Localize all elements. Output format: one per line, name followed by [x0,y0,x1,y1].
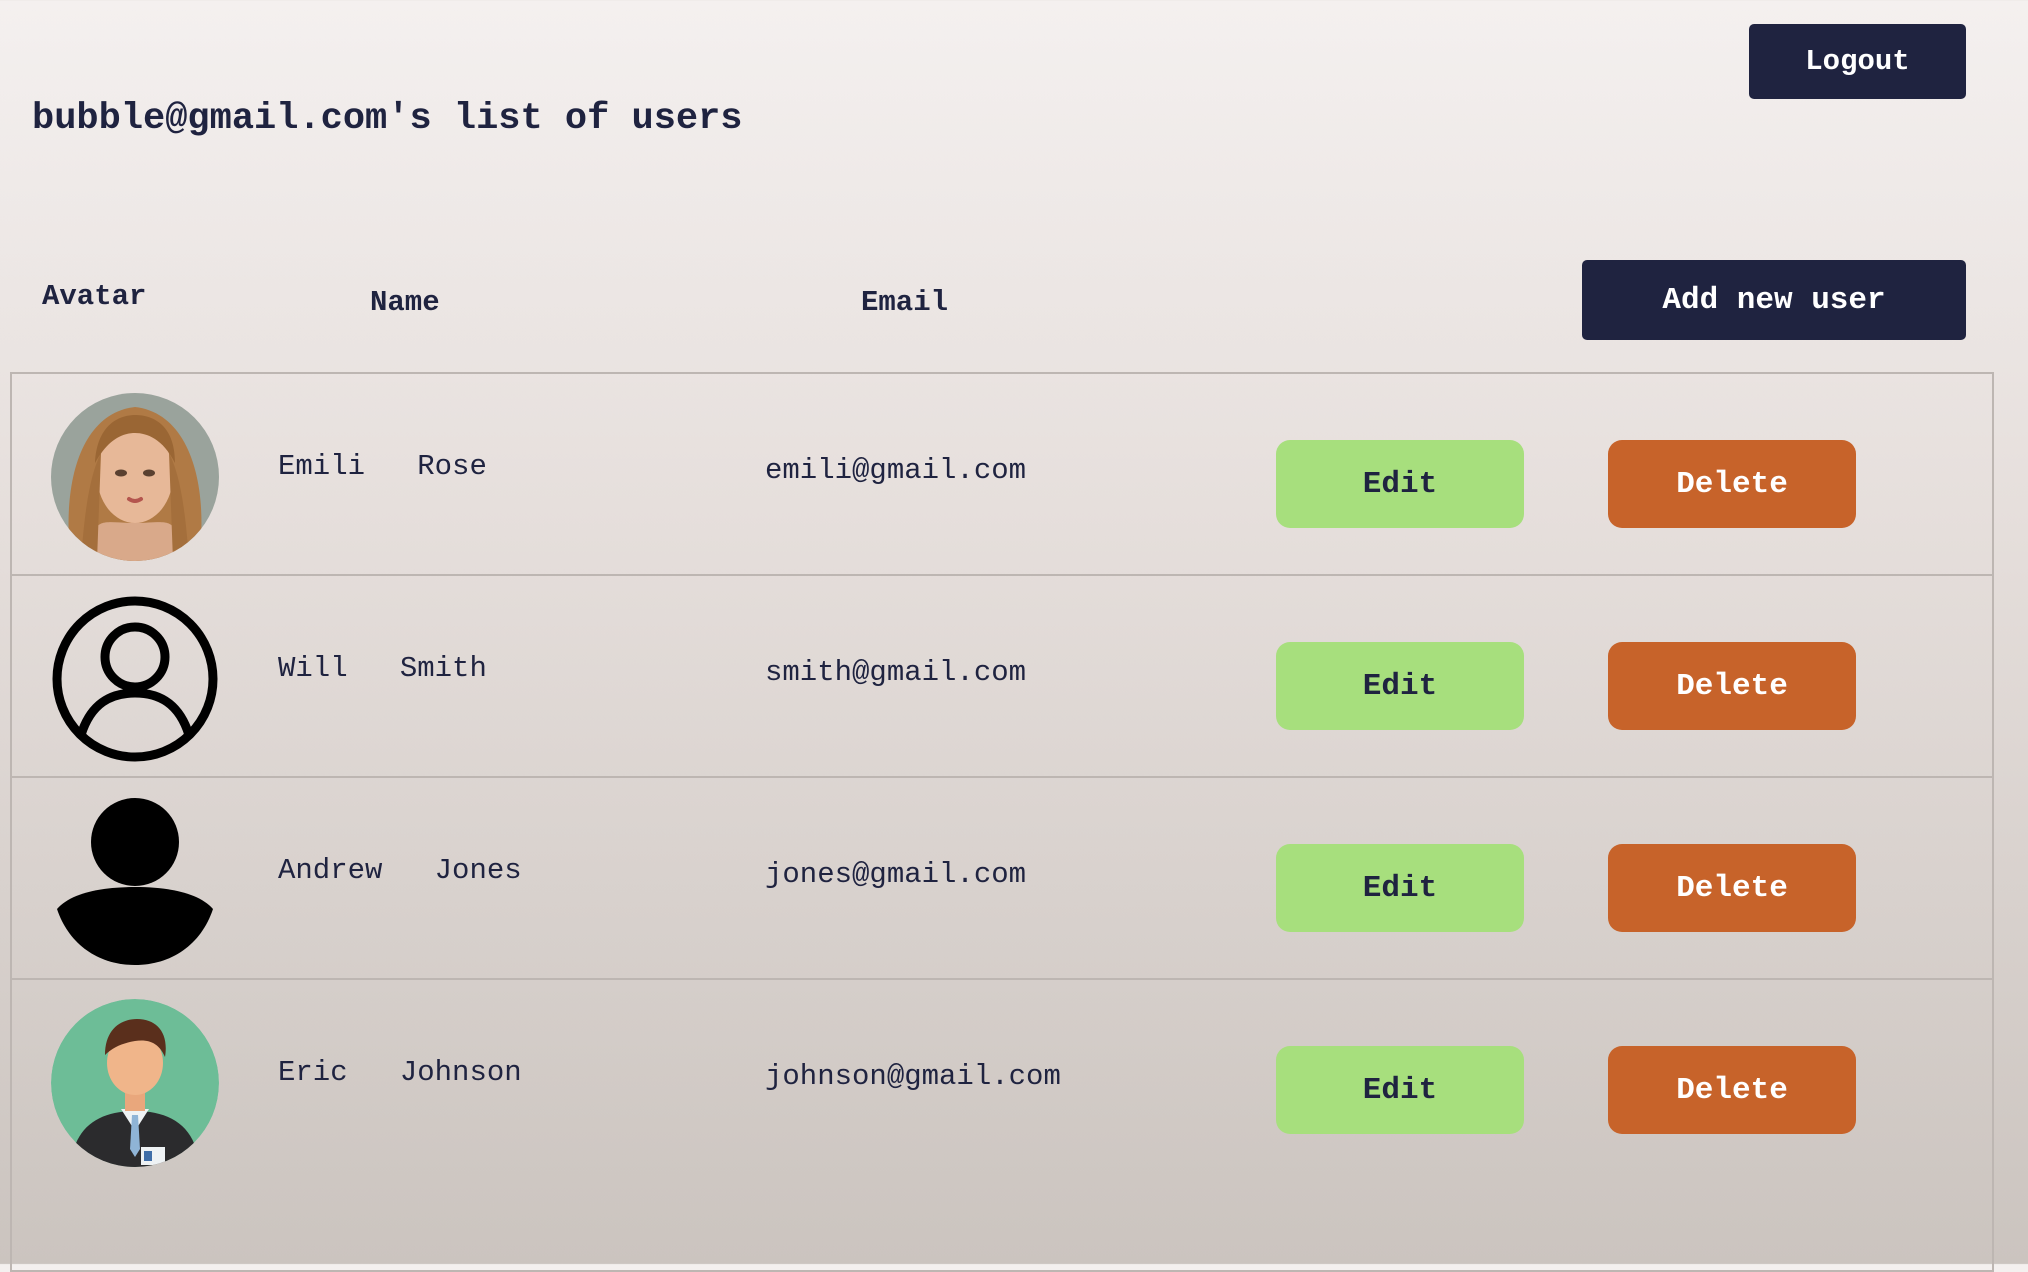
businessman-avatar [51,999,219,1167]
edit-button[interactable]: Edit [1276,1046,1524,1134]
column-header-email: Email [861,286,949,319]
user-name: Emili Rose [278,450,487,483]
delete-button[interactable]: Delete [1608,1046,1856,1134]
user-name: Eric Johnson [278,1056,522,1089]
user-email: emili@gmail.com [765,454,1027,487]
user-silhouette-icon [51,797,219,965]
woman-photo-avatar [51,393,219,561]
user-name: Andrew Jones [278,854,522,887]
table-row: Eric Johnson johnson@gmail.com Edit Dele… [12,980,1992,1182]
edit-button[interactable]: Edit [1276,440,1524,528]
column-header-name: Name [370,286,440,319]
edit-button[interactable]: Edit [1276,642,1524,730]
delete-button[interactable]: Delete [1608,440,1856,528]
delete-button[interactable]: Delete [1608,844,1856,932]
user-circle-outline-icon [51,595,219,763]
delete-button[interactable]: Delete [1608,642,1856,730]
logout-button[interactable]: Logout [1749,24,1966,99]
user-name: Will Smith [278,652,487,685]
column-header-avatar: Avatar [42,280,147,313]
add-new-user-button[interactable]: Add new user [1582,260,1966,340]
user-email: jones@gmail.com [765,858,1027,891]
table-row: Andrew Jones jones@gmail.com Edit Delete [12,778,1992,980]
table-row: Will Smith smith@gmail.com Edit Delete [12,576,1992,778]
user-email: johnson@gmail.com [765,1060,1061,1093]
edit-button[interactable]: Edit [1276,844,1524,932]
table-row: Emili Rose emili@gmail.com Edit Delete [12,374,1992,576]
page-title: bubble@gmail.com's list of users [32,98,743,140]
users-table: Emili Rose emili@gmail.com Edit Delete W… [10,372,1994,1272]
user-email: smith@gmail.com [765,656,1027,689]
